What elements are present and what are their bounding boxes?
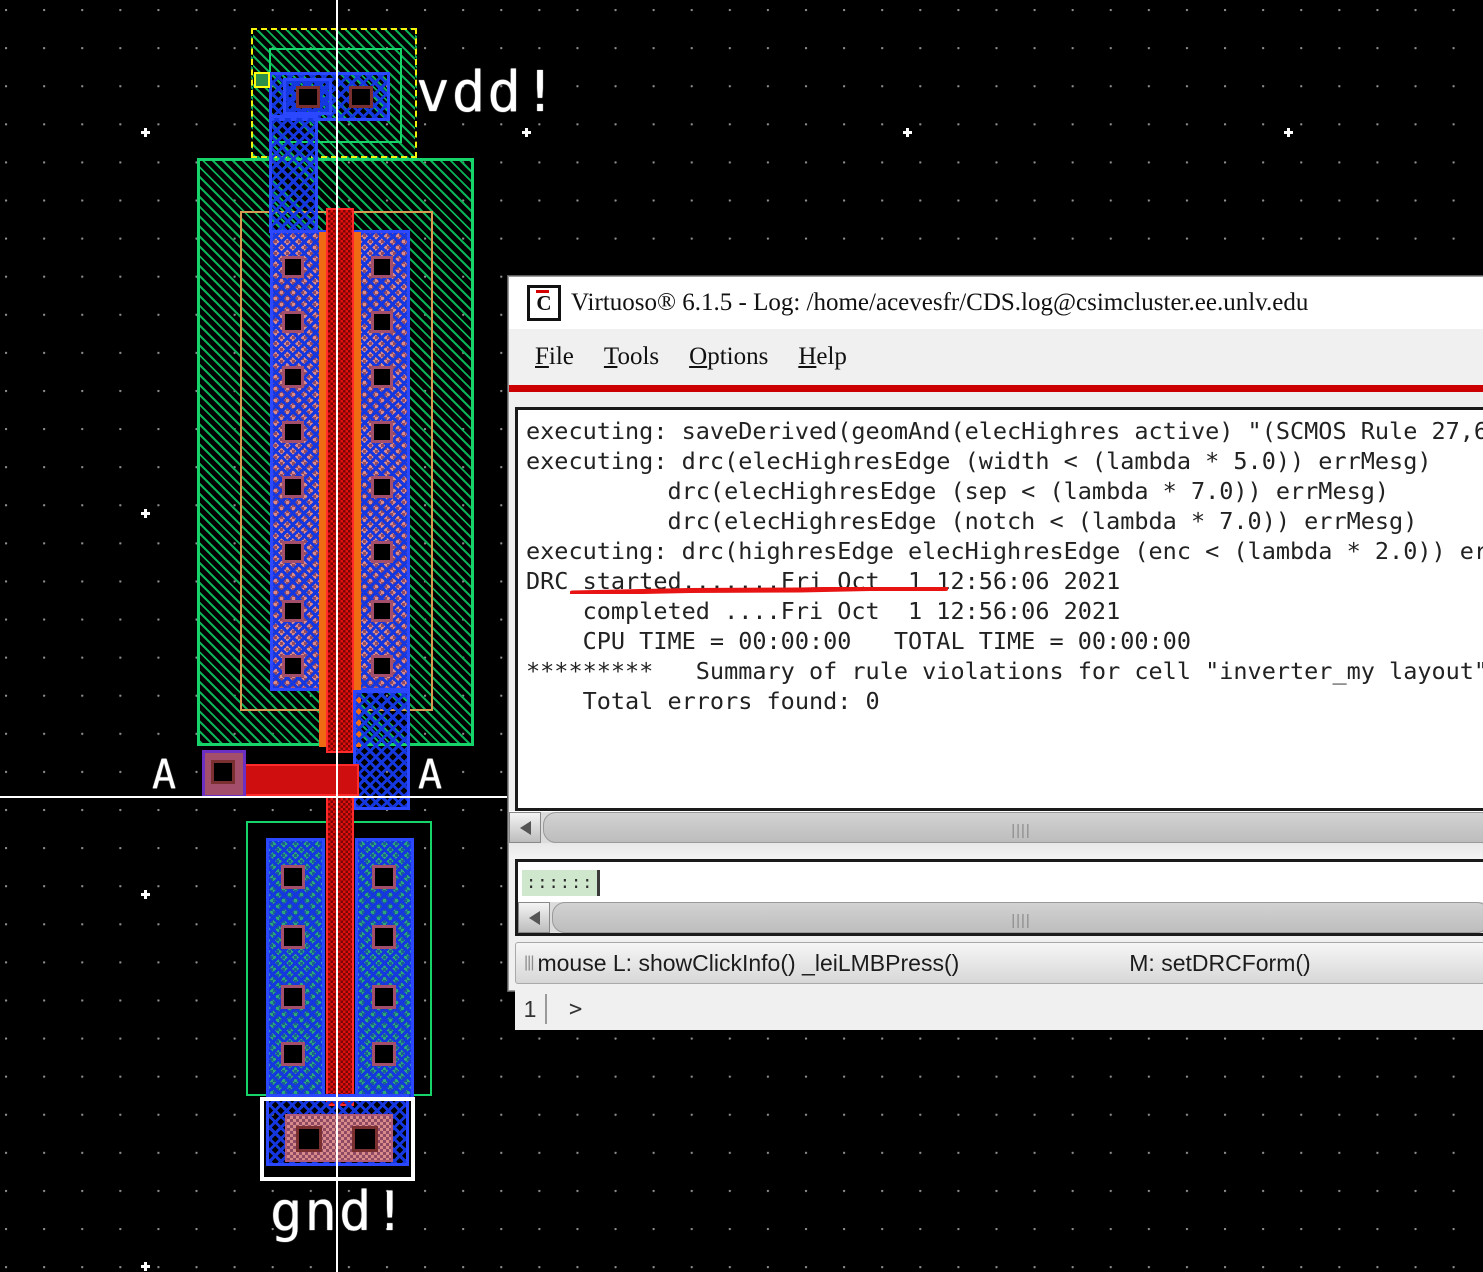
status-middle-binding: M: setDRCForm() — [1129, 949, 1311, 976]
menu-file[interactable]: File — [535, 343, 574, 371]
command-scrollbar-grip: |||| — [1011, 912, 1031, 929]
log-scrollbar-thumb[interactable]: |||| — [543, 812, 1483, 843]
contact-nmos-l3[interactable] — [281, 985, 305, 1009]
label-gnd: gnd! — [270, 1180, 409, 1243]
menu-help-label-rest: elp — [816, 343, 847, 370]
status-grip-icon: ||| — [524, 954, 534, 971]
menu-options-label-rest: ptions — [707, 343, 769, 370]
command-prompt-row[interactable]: 1 > — [515, 988, 1483, 1030]
scrollbar-grip: |||| — [1011, 822, 1031, 839]
poly-gate-vertical[interactable] — [326, 208, 354, 753]
cadence-c-icon: C — [527, 285, 561, 321]
contact-pmos-l7[interactable] — [282, 600, 304, 622]
contact-pmos-r2[interactable] — [371, 311, 393, 333]
contact-pmos-r1[interactable] — [371, 256, 393, 278]
menu-help[interactable]: Help — [798, 343, 847, 371]
metal1-vdd-rail[interactable] — [269, 115, 318, 233]
contact-pmos-l5[interactable] — [282, 476, 304, 498]
selection-handle[interactable] — [254, 72, 270, 88]
contact-nmos-r3[interactable] — [372, 985, 396, 1009]
contact-nmos-r4[interactable] — [372, 1042, 396, 1066]
panel-divider — [509, 843, 1483, 859]
command-input-panel[interactable]: :::::: |||| — [515, 859, 1483, 936]
contact-pmos-r7[interactable] — [371, 600, 393, 622]
contact-pmos-l6[interactable] — [282, 541, 304, 563]
label-input-a-left: A — [152, 752, 179, 798]
contact-pmos-r6[interactable] — [371, 541, 393, 563]
virtuoso-log-window[interactable]: C Virtuoso® 6.1.5 - Log: /home/acevesfr/… — [508, 276, 1483, 1030]
menu-file-label-rest: ile — [548, 343, 574, 370]
command-scrollbar-thumb[interactable]: |||| — [552, 902, 1483, 933]
contact-pmos-l3[interactable] — [282, 366, 304, 388]
log-text-content: executing: saveDerived(geomAnd(elecHighr… — [526, 417, 1483, 715]
menu-tools-label-rest: ools — [617, 343, 660, 370]
toolbar-spacer — [509, 392, 1483, 407]
contact-nmos-r2[interactable] — [372, 925, 396, 949]
label-input-a-right: A — [418, 752, 445, 798]
menu-options[interactable]: Options — [689, 343, 768, 371]
log-horizontal-scrollbar[interactable]: |||| — [509, 811, 1483, 843]
status-mouse-bindings: mouse L: showClickInfo() _leiLMBPress() — [537, 949, 960, 976]
contact-pmos-l4[interactable] — [282, 421, 304, 443]
menu-bar[interactable]: File Tools Options Help — [509, 329, 1483, 385]
contact-pmos-l1[interactable] — [282, 256, 304, 278]
contact-pmos-r3[interactable] — [371, 366, 393, 388]
contact-input-A[interactable] — [211, 760, 235, 784]
label-vdd: vdd! — [416, 60, 559, 125]
status-bar: ||| mouse L: showClickInfo() _leiLMBPres… — [515, 942, 1483, 984]
prompt-line-number: 1 — [523, 995, 537, 1022]
contact-pmos-l2[interactable] — [282, 311, 304, 333]
command-scroll-left-arrow-icon[interactable] — [518, 902, 550, 933]
contact-vdd-1[interactable] — [296, 86, 320, 108]
contact-pmos-l8[interactable] — [282, 655, 304, 677]
metal1-output-stub[interactable] — [353, 690, 410, 810]
command-input-row[interactable]: :::::: — [518, 862, 1483, 901]
contact-nmos-l1[interactable] — [281, 865, 305, 889]
command-input-field[interactable]: :::::: — [522, 870, 601, 896]
red-annotation-bar — [509, 385, 1483, 392]
log-text-area[interactable]: executing: saveDerived(geomAnd(elecHighr… — [515, 407, 1483, 811]
red-underline-annotation — [570, 587, 948, 594]
poly-gate-nmos[interactable] — [326, 796, 354, 1106]
crosshair-vertical — [336, 0, 338, 1272]
contact-pmos-r4[interactable] — [371, 421, 393, 443]
contact-pmos-r5[interactable] — [371, 476, 393, 498]
contact-nmos-r1[interactable] — [372, 865, 396, 889]
window-titlebar[interactable]: C Virtuoso® 6.1.5 - Log: /home/acevesfr/… — [509, 277, 1483, 329]
menu-tools[interactable]: Tools — [604, 343, 659, 371]
contact-nmos-l4[interactable] — [281, 1042, 305, 1066]
prompt-symbol[interactable]: > — [547, 997, 582, 1022]
contact-nmos-l2[interactable] — [281, 925, 305, 949]
command-horizontal-scrollbar[interactable]: |||| — [518, 901, 1483, 933]
contact-pmos-r8[interactable] — [371, 655, 393, 677]
contact-vdd-2[interactable] — [349, 86, 373, 108]
window-title: Virtuoso® 6.1.5 - Log: /home/acevesfr/CD… — [571, 289, 1309, 316]
scroll-left-arrow-icon[interactable] — [509, 812, 541, 843]
